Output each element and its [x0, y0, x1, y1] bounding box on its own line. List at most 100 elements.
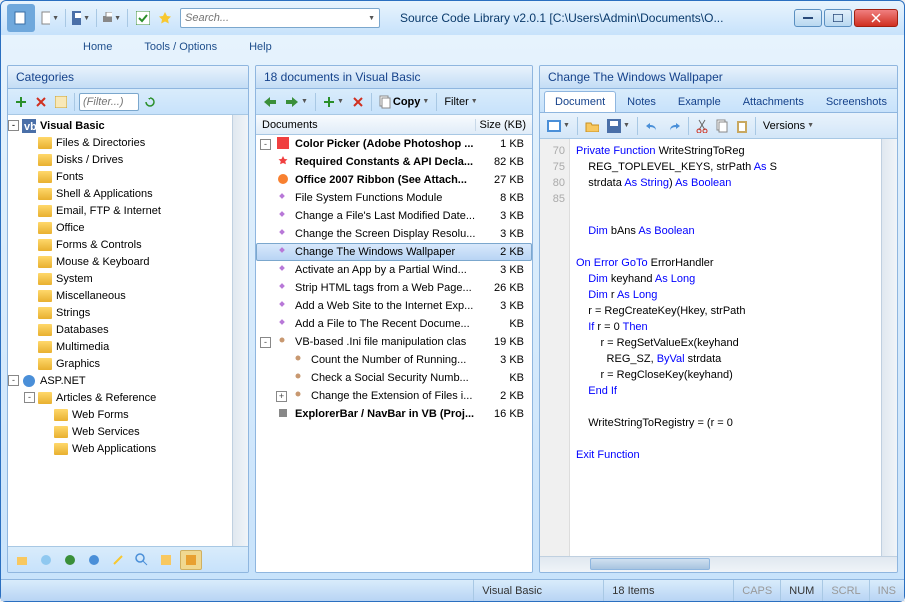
tree-item[interactable]: -vbVisual Basic [8, 117, 232, 134]
code-scrollbar-h[interactable] [540, 556, 897, 572]
scrollbar-vertical[interactable] [232, 115, 248, 546]
filter-button[interactable]: Filter▼ [441, 92, 480, 112]
tree-item[interactable]: Shell & Applications [8, 185, 232, 202]
tree-item[interactable]: -Articles & Reference [8, 389, 232, 406]
document-row[interactable]: Change the Screen Display Resolu...3 KB [256, 225, 532, 243]
tree-item[interactable]: Disks / Drives [8, 151, 232, 168]
maximize-button[interactable] [824, 9, 852, 27]
tree-item[interactable]: Databases [8, 321, 232, 338]
tab-example[interactable]: Example [667, 91, 732, 112]
close-button[interactable] [854, 9, 898, 27]
document-row[interactable]: -Color Picker (Adobe Photoshop ...1 KB [256, 135, 532, 153]
favorite-button[interactable] [156, 9, 174, 27]
document-row[interactable]: Office 2007 Ribbon (See Attach...27 KB [256, 171, 532, 189]
menu-home[interactable]: Home [77, 37, 118, 57]
open-button[interactable] [582, 116, 602, 136]
col-size[interactable]: Size (KB) [476, 119, 532, 131]
document-row[interactable]: File System Functions Module8 KB [256, 189, 532, 207]
undo-button[interactable] [642, 116, 662, 136]
cut-button[interactable] [693, 116, 711, 136]
versions-button[interactable]: Versions▼ [760, 116, 817, 136]
document-row[interactable]: Required Constants & API Decla...82 KB [256, 153, 532, 171]
tree-item[interactable]: Strings [8, 304, 232, 321]
tree-item[interactable]: Web Services [8, 423, 232, 440]
tool-icon-4[interactable] [84, 550, 104, 570]
tree-item[interactable]: Miscellaneous [8, 287, 232, 304]
code-content[interactable]: Private Function WriteStringToReg REG_TO… [570, 139, 881, 556]
search-dropdown-icon[interactable]: ▼ [368, 15, 375, 22]
delete-button[interactable] [32, 92, 50, 112]
tool-icon-1[interactable] [12, 550, 32, 570]
menu-tools[interactable]: Tools / Options [138, 37, 223, 57]
print-button[interactable]: ▼ [103, 9, 121, 27]
paste-button[interactable] [733, 116, 751, 136]
tree-item[interactable]: Web Forms [8, 406, 232, 423]
tree-item[interactable]: Web Applications [8, 440, 232, 457]
tree-item[interactable]: Multimedia [8, 338, 232, 355]
view-mode-button[interactable]: ▼ [544, 116, 573, 136]
tree-item[interactable]: -ASP.NET [8, 372, 232, 389]
back-button[interactable] [260, 92, 280, 112]
document-row[interactable]: -VB-based .Ini file manipulation clas19 … [256, 333, 532, 351]
tool-icon-8[interactable] [180, 550, 202, 570]
tool-icon-3[interactable] [60, 550, 80, 570]
tool-icon-2[interactable] [36, 550, 56, 570]
documents-list[interactable]: -Color Picker (Adobe Photoshop ...1 KBRe… [256, 135, 532, 572]
menu-help[interactable]: Help [243, 37, 278, 57]
save-code-button[interactable]: ▼ [604, 116, 633, 136]
add-button[interactable] [12, 92, 30, 112]
expander-icon[interactable]: - [260, 139, 271, 150]
tool-icon-5[interactable] [108, 550, 128, 570]
tree-item[interactable]: Office [8, 219, 232, 236]
add-doc-button[interactable]: ▼ [320, 92, 347, 112]
tree-item[interactable]: Fonts [8, 168, 232, 185]
code-scrollbar-v[interactable] [881, 139, 897, 556]
expander-icon[interactable]: + [276, 391, 287, 402]
properties-button[interactable] [52, 92, 70, 112]
document-row[interactable]: Strip HTML tags from a Web Page...26 KB [256, 279, 532, 297]
redo-button[interactable] [664, 116, 684, 136]
document-row[interactable]: Change a File's Last Modified Date...3 K… [256, 207, 532, 225]
save-button[interactable]: ▼ [72, 9, 90, 27]
scrollbar-thumb[interactable] [590, 558, 710, 570]
check-button[interactable] [134, 9, 152, 27]
search-box[interactable]: ▼ [180, 8, 380, 28]
copy-code-button[interactable] [713, 116, 731, 136]
tool-icon-7[interactable] [156, 550, 176, 570]
refresh-button[interactable] [141, 92, 159, 112]
document-row[interactable]: Add a Web Site to the Internet Exp...3 K… [256, 297, 532, 315]
forward-button[interactable]: ▼ [282, 92, 311, 112]
filter-input[interactable] [83, 96, 135, 108]
document-row[interactable]: Check a Social Security Numb...KB [256, 369, 532, 387]
tab-document[interactable]: Document [544, 91, 616, 112]
delete-doc-button[interactable] [349, 92, 367, 112]
tool-icon-6[interactable] [132, 550, 152, 570]
tab-notes[interactable]: Notes [616, 91, 667, 112]
col-documents[interactable]: Documents [256, 119, 476, 131]
copy-button[interactable]: Copy▼ [376, 92, 432, 112]
tree-item[interactable]: Mouse & Keyboard [8, 253, 232, 270]
tab-attachments[interactable]: Attachments [732, 91, 815, 112]
tree-item[interactable]: Files & Directories [8, 134, 232, 151]
document-row[interactable]: Change The Windows Wallpaper2 KB [256, 243, 532, 261]
tree-item[interactable]: Graphics [8, 355, 232, 372]
tree-item[interactable]: Forms & Controls [8, 236, 232, 253]
expander-icon[interactable]: - [8, 375, 19, 386]
document-row[interactable]: Activate an App by a Partial Wind...3 KB [256, 261, 532, 279]
document-row[interactable]: Count the Number of Running...3 KB [256, 351, 532, 369]
document-row[interactable]: +Change the Extension of Files i...2 KB [256, 387, 532, 405]
document-row[interactable]: ExplorerBar / NavBar in VB (Proj...16 KB [256, 405, 532, 423]
filter-box[interactable] [79, 93, 139, 111]
tab-screenshots[interactable]: Screenshots [815, 91, 898, 112]
document-row[interactable]: Add a File to The Recent Docume...KB [256, 315, 532, 333]
search-input[interactable] [185, 12, 368, 24]
new-button[interactable]: ▼ [41, 9, 59, 27]
expander-icon[interactable]: - [24, 392, 35, 403]
categories-tree[interactable]: -vbVisual BasicFiles & DirectoriesDisks … [8, 115, 232, 546]
minimize-button[interactable] [794, 9, 822, 27]
expander-icon[interactable]: - [260, 337, 271, 348]
code-editor[interactable]: 70758085 Private Function WriteStringToR… [540, 139, 897, 556]
tree-item[interactable]: System [8, 270, 232, 287]
tree-item[interactable]: Email, FTP & Internet [8, 202, 232, 219]
expander-icon[interactable]: - [8, 120, 19, 131]
